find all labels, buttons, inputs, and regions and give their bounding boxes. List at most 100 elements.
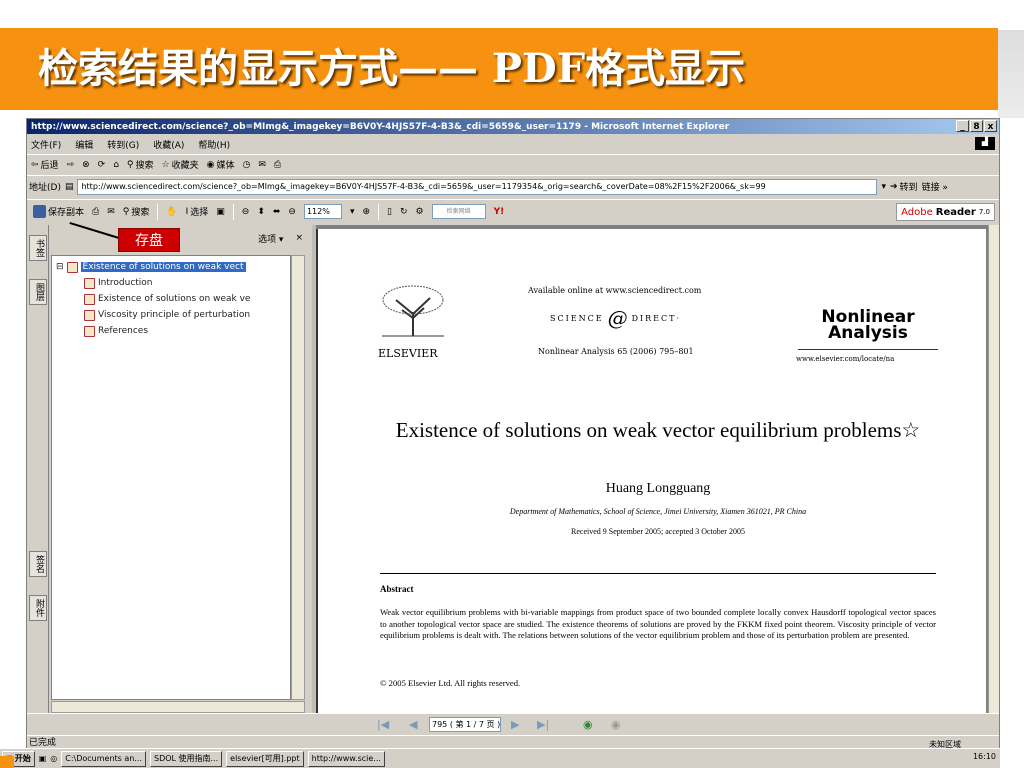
slide-margin	[1000, 118, 1024, 768]
collapse-icon[interactable]: ⊟	[56, 262, 64, 272]
bookmark-item[interactable]: Existence of solutions on weak ve	[84, 292, 250, 306]
zoom-out-icon[interactable]: ⊖	[242, 207, 250, 217]
mail-icon[interactable]: ✉	[258, 160, 266, 170]
available-online-text: Available online at www.sciencedirect.co…	[528, 286, 702, 295]
taskbar-item[interactable]: SDOL 使用指南...	[149, 750, 223, 767]
document-vertical-scrollbar[interactable]	[988, 225, 999, 713]
bookmark-item[interactable]: Introduction	[84, 276, 153, 290]
windows-flag-icon: ▟	[975, 137, 995, 150]
forward-icon[interactable]: ⇨	[67, 160, 75, 170]
publisher-name: ELSEVIER	[378, 347, 438, 360]
go-forward-view-icon[interactable]: ◉	[611, 718, 621, 731]
status-text: 已完成	[29, 738, 57, 748]
zoom-input[interactable]: 112%	[303, 204, 342, 219]
save-copy-button[interactable]: 保存副本	[33, 205, 84, 218]
navigation-pane: 书签 图层 签名 附件 选项 ▾ × ⊟ Existence of solutio…	[27, 225, 312, 713]
zoom-minus-icon[interactable]: ⊖	[288, 207, 296, 217]
go-button[interactable]: ➔ 转到	[890, 180, 918, 194]
window-title: http://www.sciencedirect.com/science?_ob…	[31, 121, 730, 132]
adobe-reader-logo: Adobe Reader 7.0	[896, 203, 995, 221]
bookmark-horizontal-scrollbar[interactable]	[51, 701, 305, 713]
menu-favorites[interactable]: 收藏(A)	[153, 138, 184, 151]
go-arrow-icon: ➔	[890, 181, 898, 192]
abstract-text: Weak vector equilibrium problems with bi…	[380, 607, 936, 640]
bookmark-options-button[interactable]: 选项 ▾	[258, 232, 283, 245]
links-button[interactable]: 链接 »	[922, 180, 948, 193]
yahoo-icon[interactable]: Y!	[494, 207, 505, 217]
email-icon[interactable]: ✉	[107, 207, 115, 217]
taskbar-item[interactable]: http://www.scie...	[307, 750, 385, 767]
go-back-view-icon[interactable]: ◉	[583, 718, 593, 731]
menu-help[interactable]: 帮助(H)	[198, 138, 230, 151]
close-pane-icon[interactable]: ×	[295, 233, 303, 243]
page-number-input[interactable]: 795 ( 第 1 / 7 页 )	[429, 717, 501, 732]
maximize-button[interactable]: 8	[970, 120, 983, 132]
address-input[interactable]: http://www.sciencedirect.com/science?_ob…	[77, 178, 878, 195]
hand-tool-icon[interactable]: ✋	[166, 207, 177, 217]
taskbar-item[interactable]: elsevier[可用].ppt	[226, 750, 304, 767]
pdf-toolbar: 保存副本 ⎙ ✉ ⚲ 搜索 ✋ Ⅰ 选择 ▣ ⊖ ⬍ ⬌ ⊖ 112% ▾ ⊕ ▯ …	[27, 199, 999, 223]
zoom-dropdown-icon[interactable]: ▾	[350, 207, 355, 217]
journal-title: Nonlinear Analysis	[821, 307, 915, 343]
last-page-icon[interactable]: ▶|	[537, 718, 549, 731]
slide-corner-decoration	[0, 756, 14, 768]
menu-file[interactable]: 文件(F)	[31, 138, 61, 151]
page-icon: ▤	[64, 181, 74, 192]
next-page-icon[interactable]: ▶	[511, 718, 519, 731]
print-icon[interactable]: ⎙	[274, 160, 281, 170]
page-layout-icon[interactable]: ▯	[387, 207, 392, 217]
refresh-icon[interactable]: ⟳	[98, 160, 106, 170]
find-button[interactable]: ⚲ 搜索	[123, 205, 150, 219]
bookmark-item[interactable]: Viscosity principle of perturbation	[84, 308, 250, 322]
tab-attachments[interactable]: 附件	[29, 595, 47, 621]
bookmark-icon	[84, 277, 95, 289]
back-button[interactable]: ⇦ 后退	[31, 158, 59, 172]
previous-page-icon[interactable]: ◀	[409, 718, 417, 731]
close-button[interactable]: x	[984, 120, 997, 132]
menu-edit[interactable]: 编辑	[75, 138, 93, 151]
bookmark-vertical-scrollbar[interactable]	[291, 255, 305, 700]
bookmark-item[interactable]: References	[84, 324, 148, 338]
rotate-icon[interactable]: ↻	[400, 207, 408, 217]
stop-icon[interactable]: ⊗	[82, 160, 90, 170]
quicklaunch-icon[interactable]: ▣	[39, 754, 47, 763]
print-icon[interactable]: ⎙	[92, 207, 99, 217]
media-button[interactable]: ◉ 媒体	[207, 158, 235, 172]
tab-layers[interactable]: 图层	[29, 279, 47, 305]
snapshot-icon[interactable]: ▣	[216, 207, 225, 217]
tab-bookmarks[interactable]: 书签	[29, 235, 47, 261]
toolbar-separator	[157, 203, 159, 220]
favorites-button[interactable]: ☆ 收藏夹	[161, 158, 199, 172]
fit-width-icon[interactable]: ⬌	[273, 207, 281, 217]
tools-icon[interactable]: ⚙	[416, 207, 424, 217]
dropdown-icon[interactable]: ▾	[881, 182, 886, 192]
save-callout-label: 存盘	[118, 228, 180, 252]
web-search-input[interactable]: 检索网络	[431, 204, 486, 219]
tab-signatures[interactable]: 签名	[29, 551, 47, 577]
zoom-plus-icon[interactable]: ⊕	[363, 207, 371, 217]
home-icon[interactable]: ⌂	[113, 160, 119, 170]
first-page-icon[interactable]: |◀	[377, 718, 389, 731]
address-label: 地址(D)	[29, 183, 61, 193]
paper-title: Existence of solutions on weak vector eq…	[395, 418, 921, 442]
journal-citation: Nonlinear Analysis 65 (2006) 795–801	[538, 347, 694, 356]
search-button[interactable]: ⚲ 搜索	[127, 158, 154, 172]
quicklaunch-icon[interactable]: ◎	[50, 754, 57, 763]
standard-toolbar: ⇦ 后退 ⇨ ⊗ ⟳ ⌂ ⚲ 搜索 ☆ 收藏夹 ◉ 媒体 ◷ ✉ ⎙	[27, 154, 999, 174]
select-tool-button[interactable]: Ⅰ 选择	[185, 205, 209, 219]
text-cursor-icon: Ⅰ	[185, 206, 189, 217]
journal-url[interactable]: www.elsevier.com/locate/na	[796, 355, 894, 363]
taskbar-item[interactable]: C:\Documents an...	[61, 750, 146, 767]
slide-title: 检索结果的显示方式—— PDF格式显示	[38, 45, 746, 92]
actual-size-icon[interactable]: ⬍	[257, 207, 265, 217]
minimize-button[interactable]: _	[956, 120, 969, 132]
bookmark-item[interactable]: ⊟ Existence of solutions on weak vect	[56, 260, 246, 274]
menu-goto[interactable]: 转到(G)	[107, 138, 139, 151]
address-bar: 地址(D) ▤ http://www.sciencedirect.com/sci…	[27, 175, 999, 197]
clock: 16:10	[972, 752, 996, 761]
history-icon[interactable]: ◷	[243, 160, 251, 170]
bookmark-icon	[66, 261, 78, 273]
received-dates: Received 9 September 2005; accepted 3 Oc…	[571, 527, 745, 536]
document-area: ELSEVIER Available online at www.science…	[316, 225, 988, 713]
favorites-icon: ☆	[161, 159, 170, 170]
